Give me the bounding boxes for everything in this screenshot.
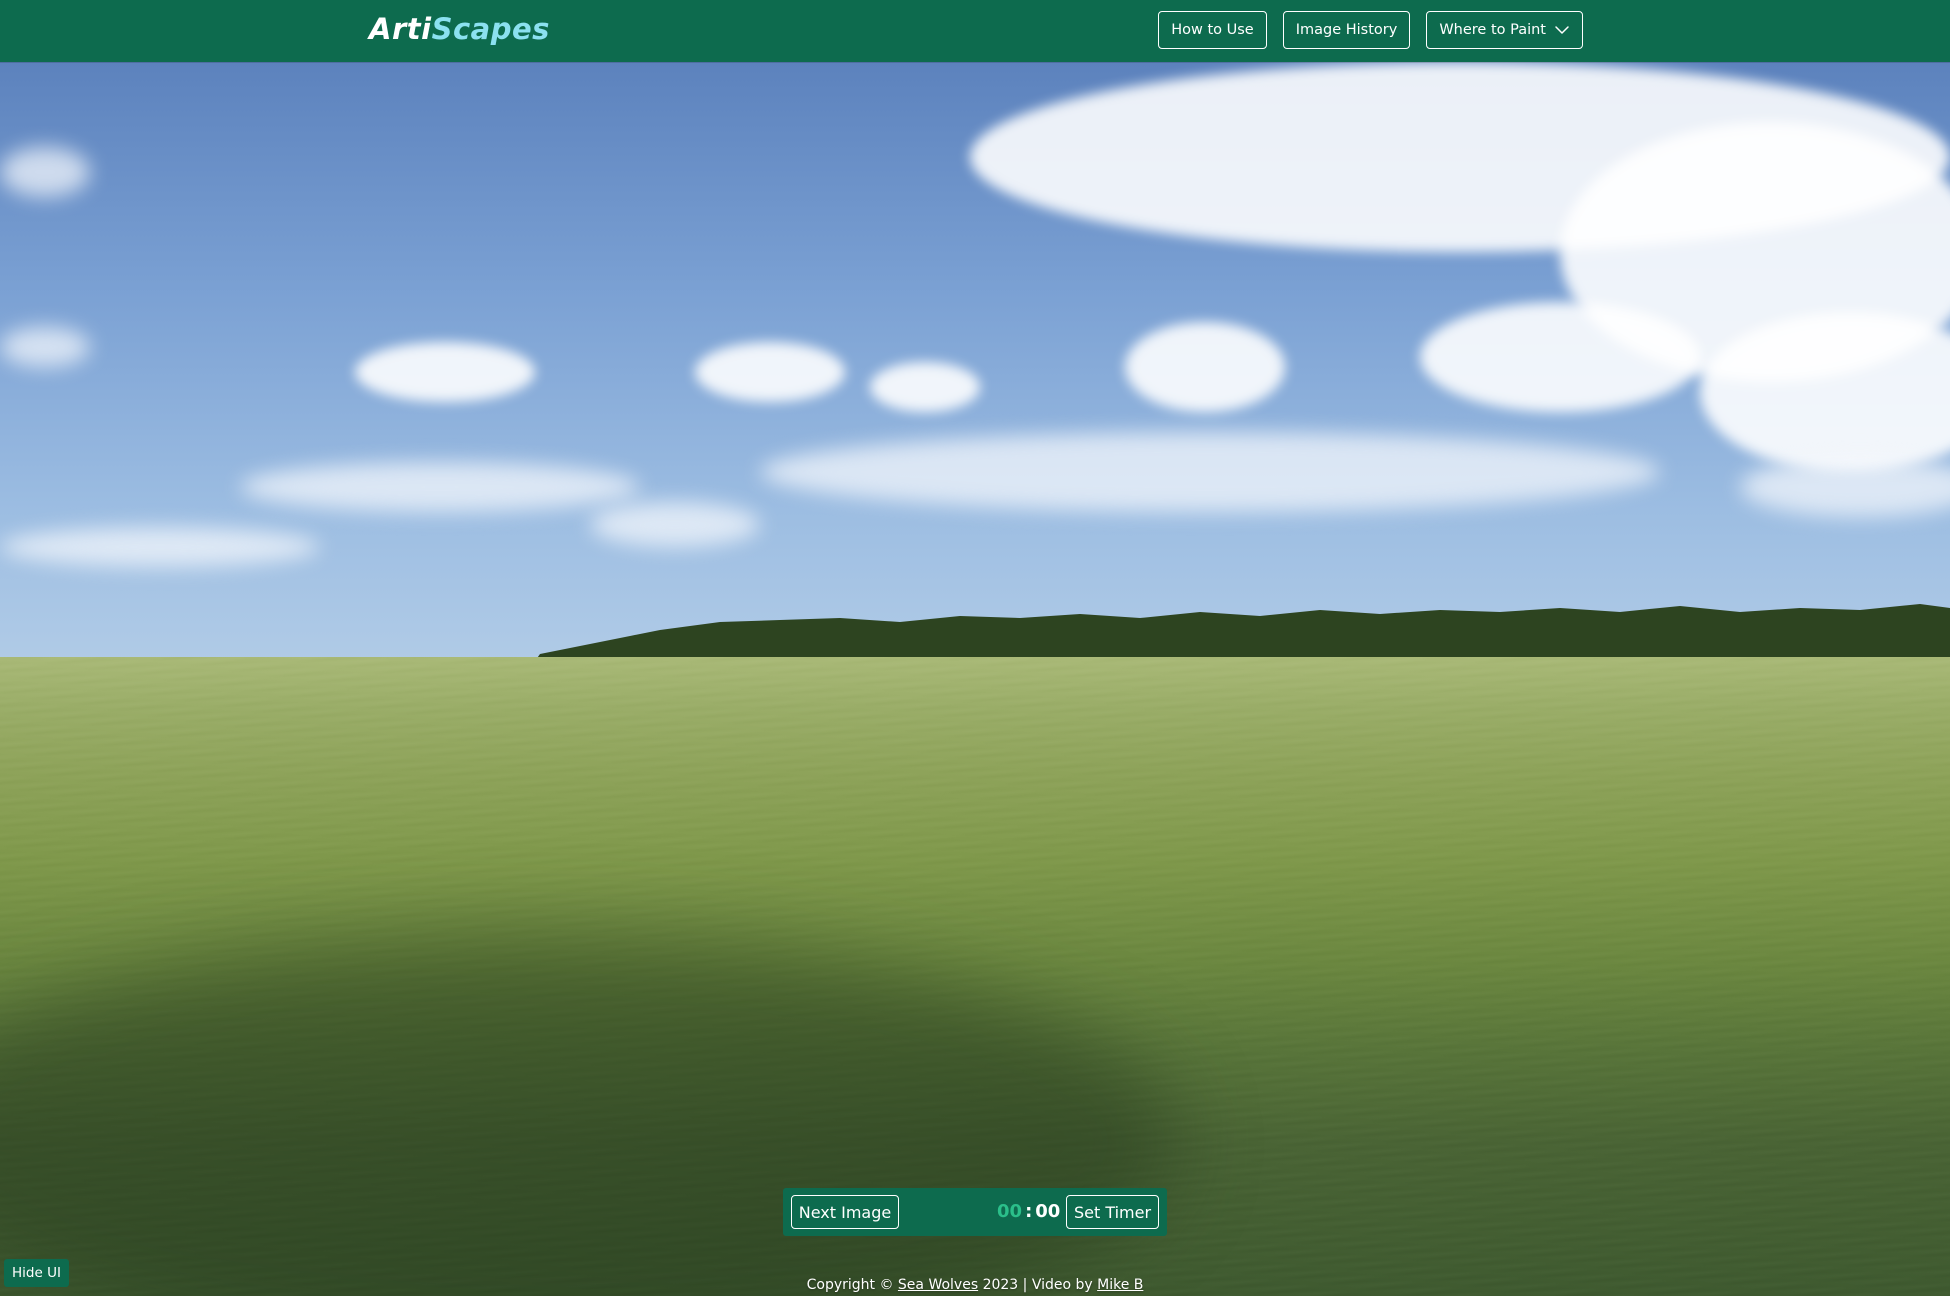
logo[interactable]: ArtiScapes (369, 11, 550, 47)
timer-minutes: 00 (997, 1201, 1023, 1222)
chevron-down-icon (1555, 26, 1569, 34)
image-history-label: Image History (1295, 22, 1398, 38)
image-history-button[interactable]: Image History (1282, 11, 1411, 49)
how-to-use-label: How to Use (1171, 22, 1254, 38)
top-header: ArtiScapes How to Use Image History Wher… (0, 0, 1950, 62)
timer-separator: : (1025, 1201, 1033, 1222)
logo-text-scapes: Scapes (431, 12, 550, 46)
background-video (0, 62, 1950, 1296)
footer-middle: 2023 | Video by (978, 1277, 1098, 1293)
nav-bar: How to Use Image History Where to Paint (1158, 11, 1583, 49)
timer-seconds: 00 (1035, 1201, 1061, 1222)
footer-prefix: Copyright © (806, 1277, 898, 1293)
how-to-use-button[interactable]: How to Use (1158, 11, 1267, 49)
sea-wolves-link[interactable]: Sea Wolves (898, 1277, 978, 1293)
page-root: ArtiScapes How to Use Image History Wher… (0, 0, 1950, 1296)
where-to-paint-label: Where to Paint (1439, 22, 1546, 38)
next-image-button[interactable]: Next Image (791, 1195, 899, 1229)
timer-control-bar: Next Image 00:00 Set Timer (783, 1188, 1167, 1236)
set-timer-button[interactable]: Set Timer (1066, 1195, 1159, 1229)
logo-text-arti: Arti (369, 12, 432, 46)
timer-display: 00:00 (997, 1200, 1060, 1224)
where-to-paint-dropdown[interactable]: Where to Paint (1426, 11, 1583, 49)
footer-copyright: Copyright © Sea Wolves 2023 | Video by M… (0, 1275, 1950, 1295)
set-timer-label: Set Timer (1073, 1202, 1152, 1222)
mike-b-link[interactable]: Mike B (1097, 1277, 1143, 1293)
next-image-label: Next Image (798, 1202, 892, 1222)
